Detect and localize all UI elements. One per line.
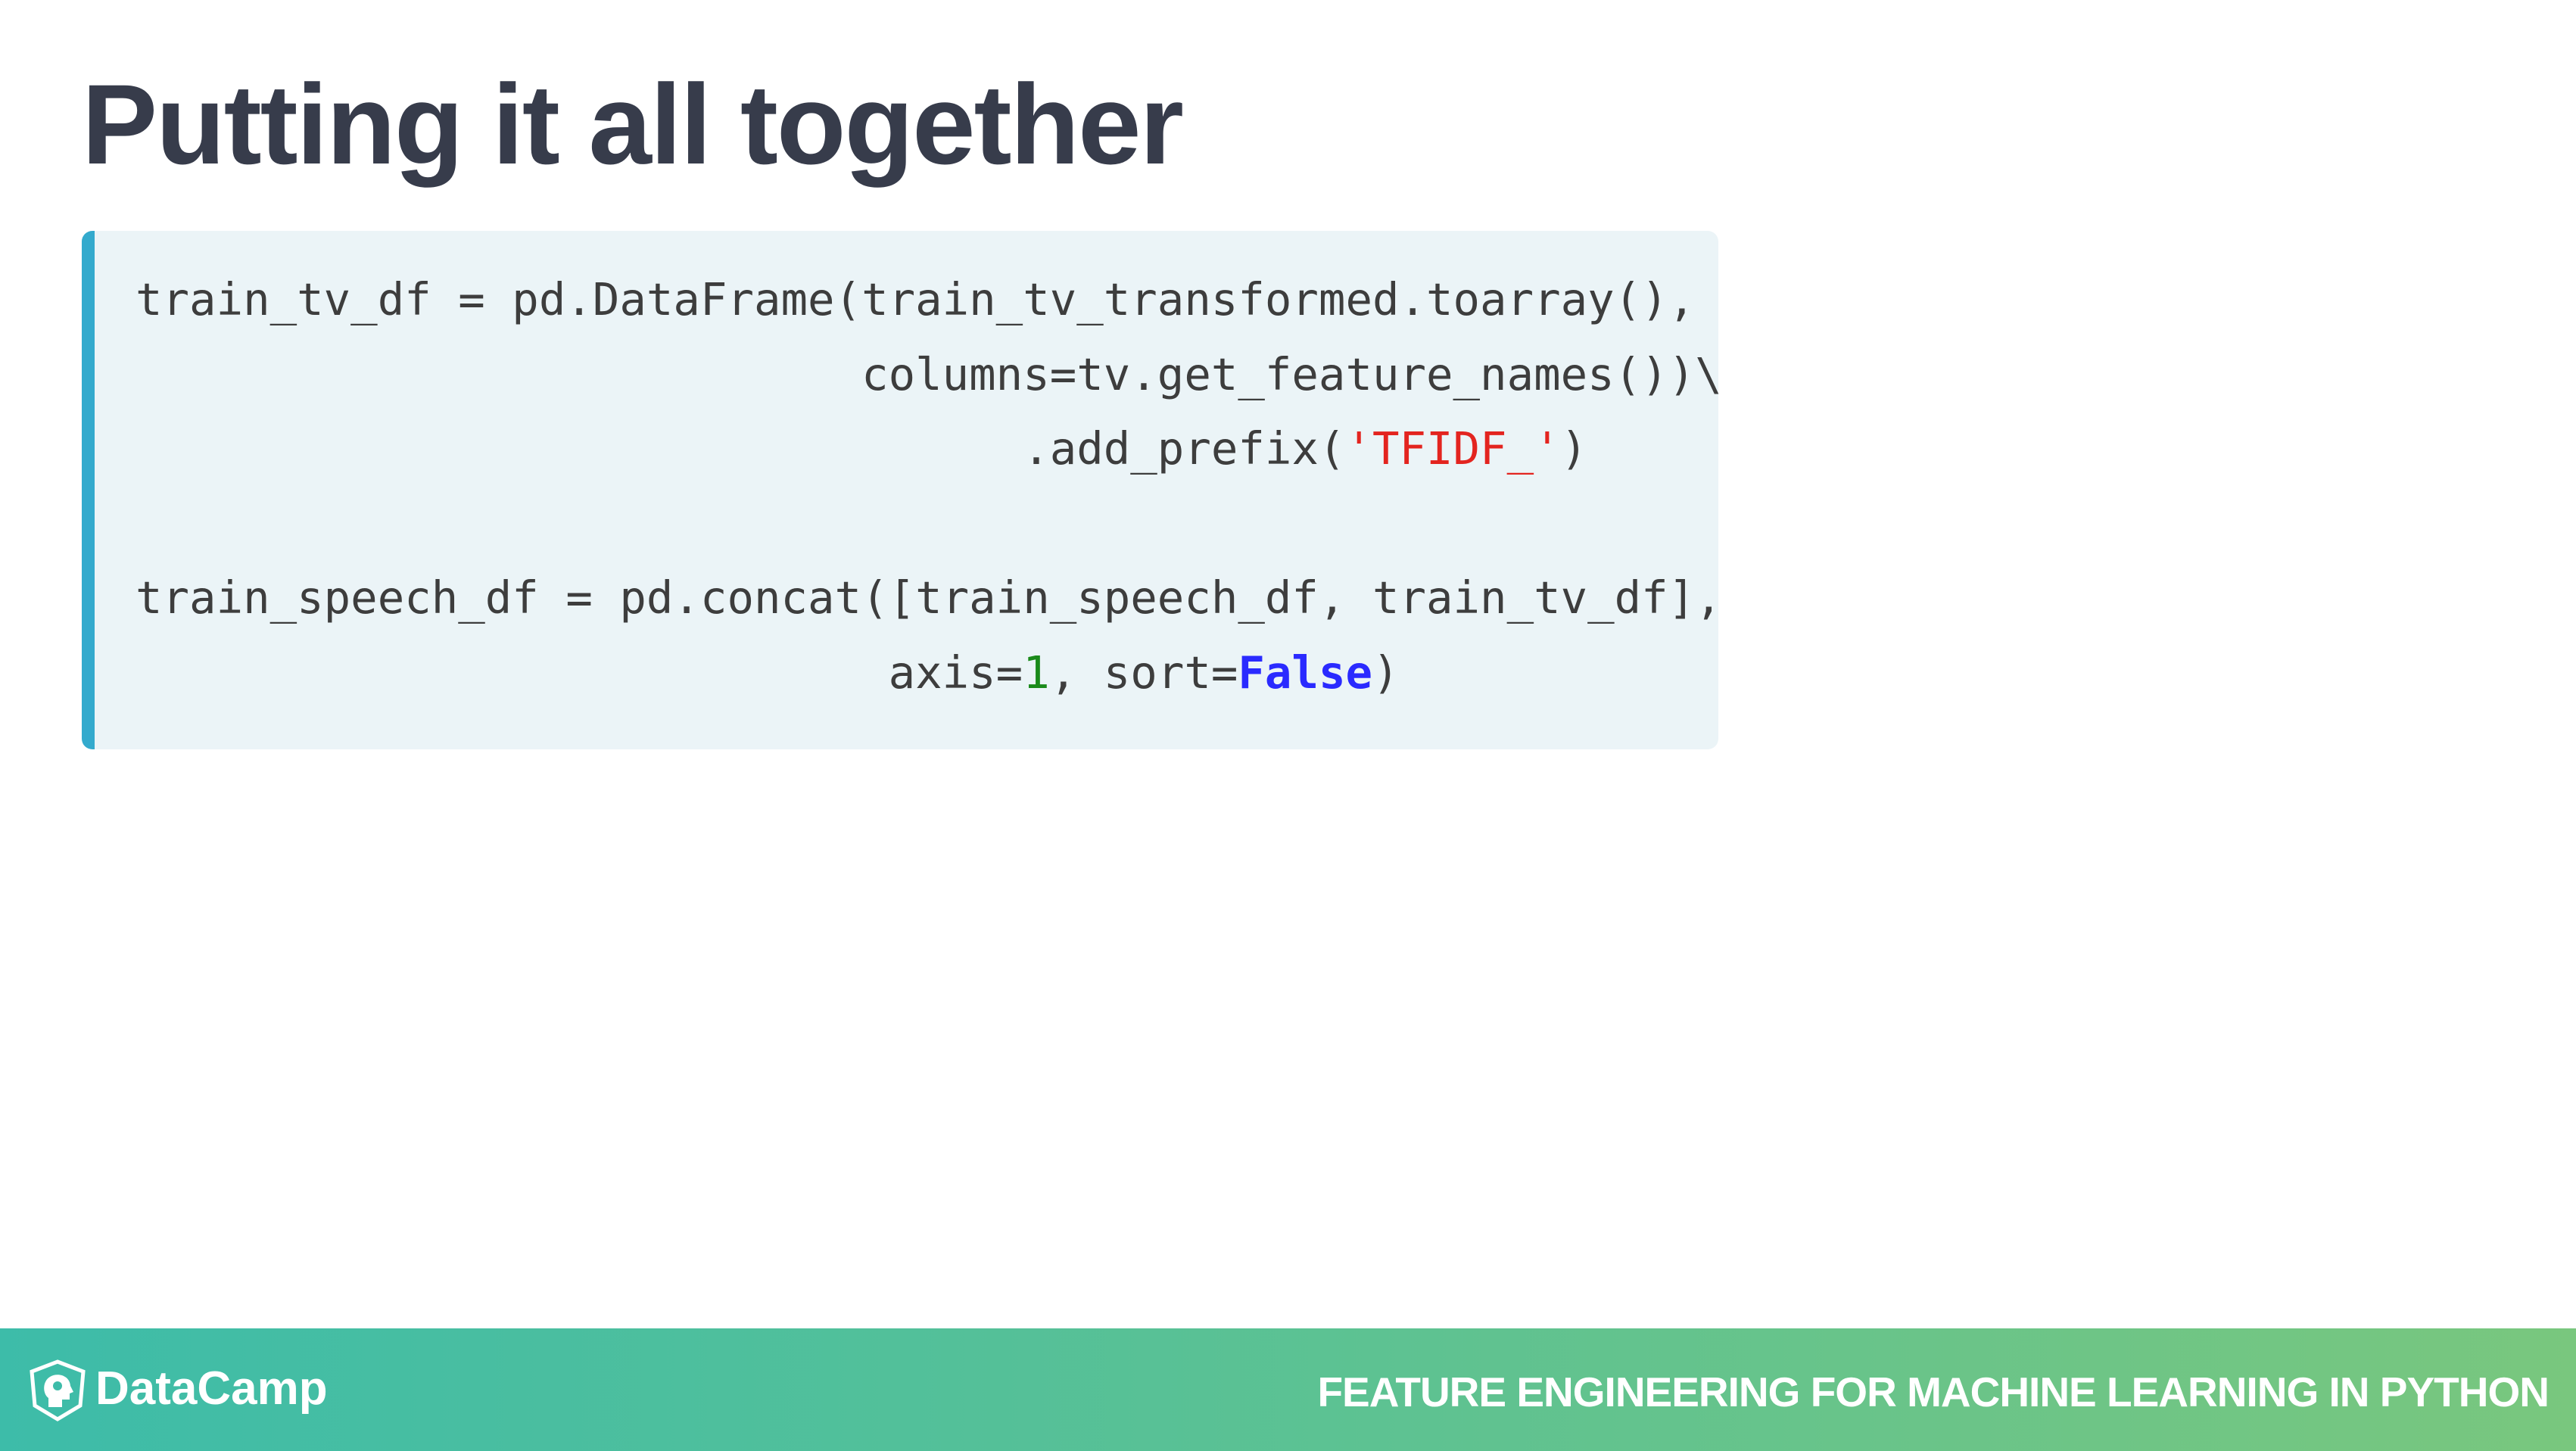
course-title: FEATURE ENGINEERING FOR MACHINE LEARNING… bbox=[1317, 1368, 2550, 1415]
code-text: train_tv_df = pd.DataFrame(train_tv_tran… bbox=[135, 263, 1722, 710]
slide-title: Putting it all together bbox=[82, 61, 1184, 188]
code-line: .add_prefix('TFIDF_') bbox=[135, 412, 1722, 487]
code-token: train_speech_df = pd.concat([train_speec… bbox=[135, 571, 1722, 624]
code-block: train_tv_df = pd.DataFrame(train_tv_tran… bbox=[82, 231, 1722, 749]
code-line: columns=tv.get_feature_names())\ bbox=[135, 338, 1722, 413]
code-token: .add_prefix( bbox=[135, 422, 1346, 475]
code-token: , sort= bbox=[1049, 646, 1238, 699]
code-token: 'TFIDF_' bbox=[1345, 422, 1561, 475]
brand-name: DataCamp bbox=[95, 1362, 328, 1415]
code-token: False bbox=[1238, 646, 1372, 699]
code-line: axis=1, sort=False) bbox=[135, 636, 1722, 711]
code-token: axis= bbox=[135, 646, 1023, 699]
code-token: 1 bbox=[1023, 646, 1050, 699]
code-token: train_tv_df = pd.DataFrame(train_tv_tran… bbox=[135, 273, 1696, 325]
code-token: ) bbox=[1372, 646, 1400, 699]
footer-bar: DataCamp FEATURE ENGINEERING FOR MACHINE… bbox=[0, 1328, 2576, 1451]
code-token: ) bbox=[1560, 422, 1588, 475]
code-line: train_tv_df = pd.DataFrame(train_tv_tran… bbox=[135, 263, 1722, 338]
code-token: columns=tv.get_feature_names())\ bbox=[135, 347, 1722, 400]
code-line: train_speech_df = pd.concat([train_speec… bbox=[135, 561, 1722, 636]
datacamp-logo-icon bbox=[30, 1359, 86, 1421]
